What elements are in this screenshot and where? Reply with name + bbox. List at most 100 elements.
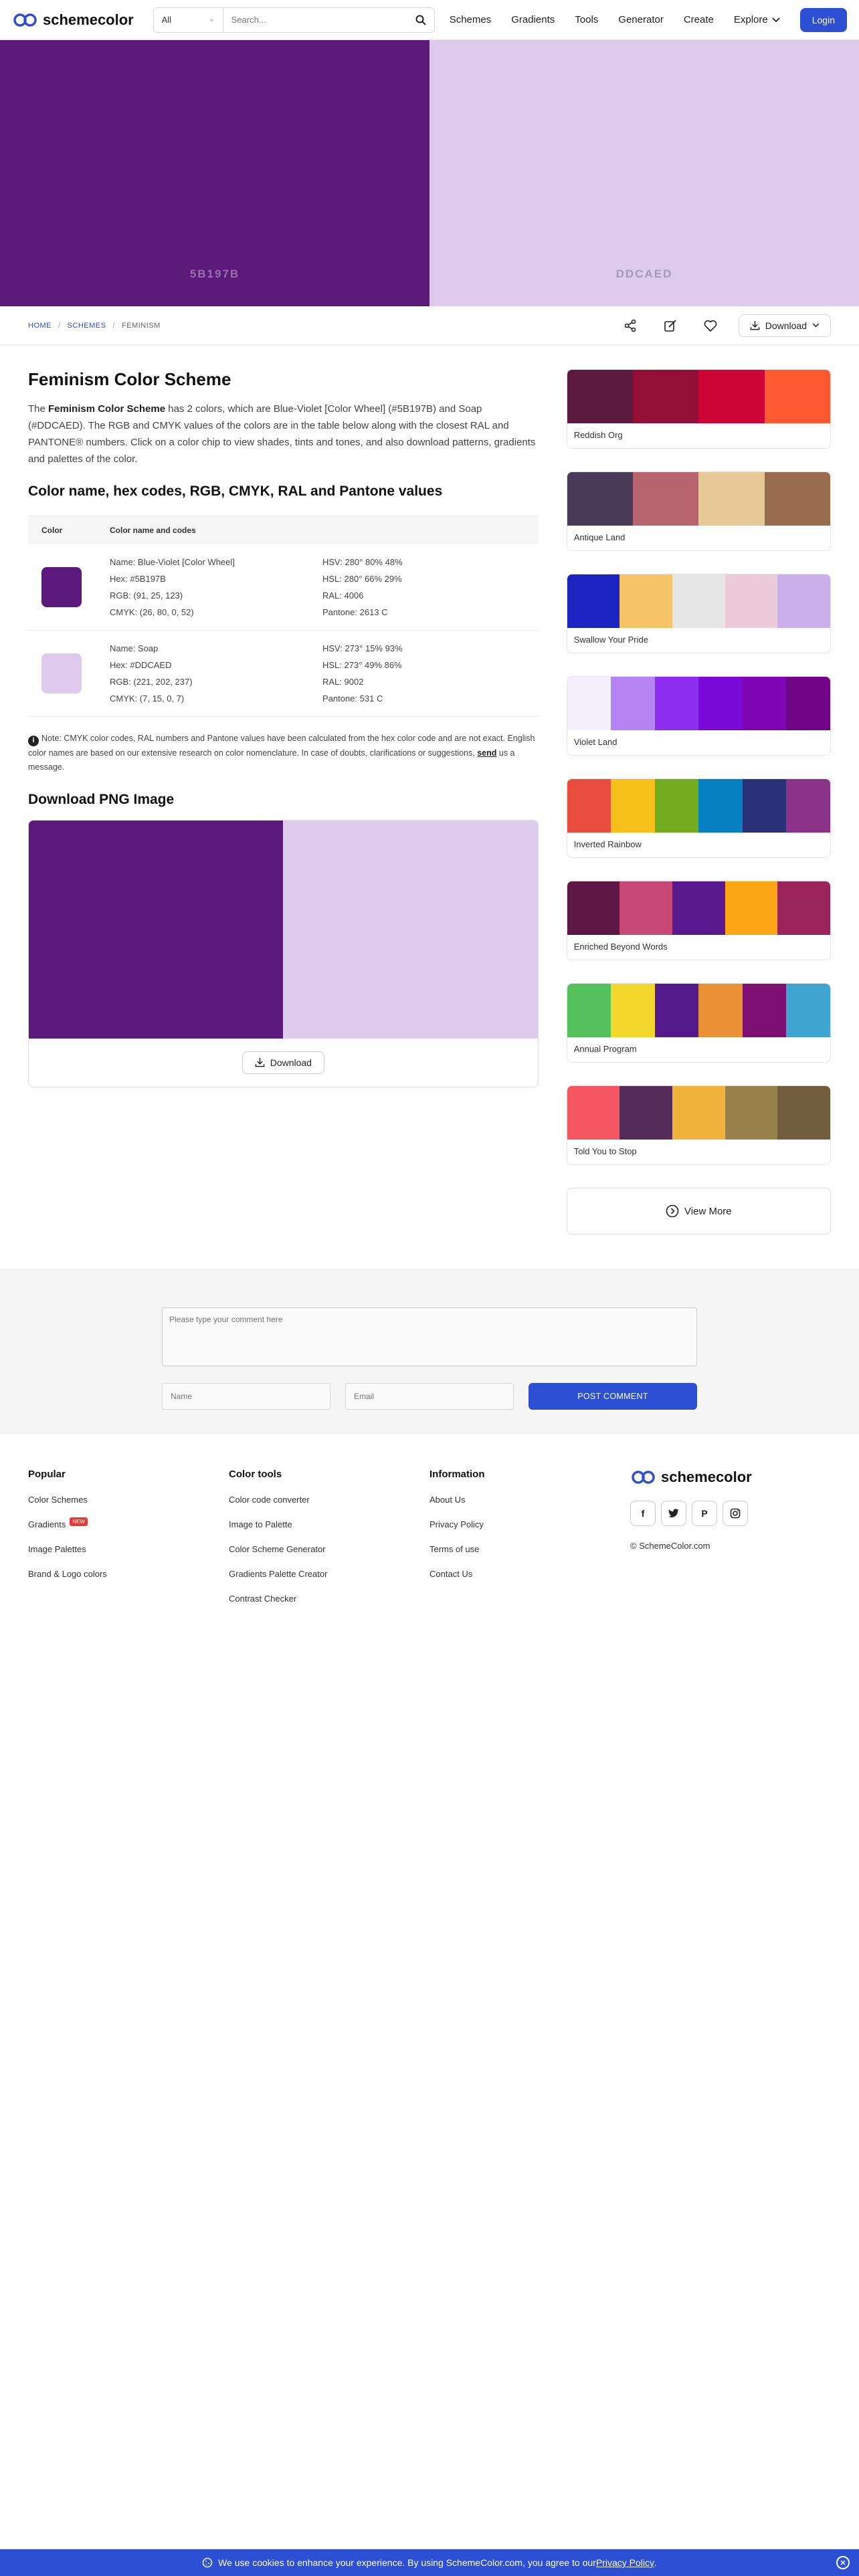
png-swatch-2 [283,820,538,1039]
palette-card[interactable]: Violet Land [566,676,831,756]
twitter-icon[interactable] [661,1501,686,1526]
nav-explore[interactable]: Explore [734,14,780,25]
palette-swatch [619,881,672,935]
footer-link-terms[interactable]: Terms of use [430,1544,630,1554]
color-note: i Note: CMYK color codes, RAL numbers and… [28,732,539,774]
png-download-label: Download [270,1057,312,1068]
palette-swatch [567,881,620,935]
comment-textarea[interactable] [162,1307,697,1366]
footer-link-about[interactable]: About Us [430,1495,630,1505]
nav-schemes[interactable]: Schemes [450,14,492,25]
main-content: Feminism Color Scheme The Feminism Color… [0,345,859,1235]
nav-tools[interactable]: Tools [575,14,598,25]
nav-generator[interactable]: Generator [618,14,664,25]
palette-name: Swallow Your Pride [573,635,648,645]
search-button[interactable] [407,8,434,32]
table-row: Name: Blue-Violet [Color Wheel] Hex: #5B… [28,544,539,631]
palette-card[interactable]: Inverted Rainbow [566,778,831,858]
logo-icon [632,1471,655,1484]
search-input[interactable] [223,7,407,32]
palette-name: Inverted Rainbow [573,839,642,849]
edit-button[interactable] [658,314,682,338]
footer-link-code-converter[interactable]: Color code converter [229,1495,430,1505]
header-codes: Color name and codes [110,526,196,535]
hero-swatch-2[interactable]: DDCAED [430,40,859,306]
related-palettes: Reddish Org Antique Land Swallow Your Prid… [566,369,831,1235]
breadcrumb-separator: / [58,321,61,330]
palette-swatch [672,881,725,935]
send-message-link[interactable]: send [477,748,496,758]
search-bar: All ⌄ [153,7,435,33]
palette-card[interactable]: Told You to Stop [566,1085,831,1165]
footer-link-image-to-palette[interactable]: Image to Palette [229,1519,430,1529]
nav-gradients[interactable]: Gradients [511,14,555,25]
note-text-pre: Note: CMYK color codes, RAL numbers and … [28,734,535,758]
color-chip[interactable] [41,653,82,693]
social-links: f P [630,1501,831,1526]
new-badge: NEW [70,1517,88,1526]
chevron-down-icon: ⌄ [209,16,215,23]
comment-section: POST COMMENT [0,1269,859,1434]
site-footer: Popular Color Schemes Gradients NEW Imag… [28,1469,831,1618]
color-chip[interactable] [41,567,82,607]
footer-logo[interactable]: schemecolor [630,1469,831,1486]
color-hex: Hex: #DDCAED [110,660,172,670]
email-field[interactable] [345,1383,514,1410]
palette-strip [567,370,830,423]
palette-swatch [672,574,725,628]
footer-link-privacy[interactable]: Privacy Policy [430,1519,630,1529]
footer-link-contrast-checker[interactable]: Contrast Checker [229,1594,430,1604]
name-field[interactable] [162,1383,330,1410]
scheme-hero: 5B197B DDCAED [0,40,859,306]
pinterest-icon[interactable]: P [692,1501,717,1526]
palette-card[interactable]: Annual Program [566,983,831,1063]
color-hex: Hex: #5B197B [110,574,166,584]
favorite-button[interactable] [698,314,723,338]
footer-link-brand-logo-colors[interactable]: Brand & Logo colors [28,1569,229,1579]
palette-card[interactable]: Antique Land [566,471,831,551]
footer-link-gradients[interactable]: Gradients NEW [28,1517,229,1529]
share-button[interactable] [618,314,642,338]
instagram-icon[interactable] [723,1501,748,1526]
palette-swatch [654,677,699,730]
privacy-policy-link[interactable]: Privacy Policy [596,2557,654,2568]
color-cmyk: CMYK: (26, 80, 0, 52) [110,607,194,617]
view-more-button[interactable]: View More [566,1188,831,1235]
footer-link-gradients-creator[interactable]: Gradients Palette Creator [229,1569,430,1579]
footer-link-image-palettes[interactable]: Image Palettes [28,1544,229,1554]
download-dropdown-button[interactable]: Download [738,314,831,337]
palette-card[interactable]: Swallow Your Pride [566,574,831,653]
color-table-header: Color Color name and codes [28,516,539,544]
search-icon [415,15,426,25]
hero-swatch-1[interactable]: 5B197B [0,40,430,306]
facebook-icon[interactable]: f [630,1501,656,1526]
login-button[interactable]: Login [799,7,847,32]
palette-swatch [567,370,634,423]
footer-link-scheme-generator[interactable]: Color Scheme Generator [229,1544,430,1554]
palette-card[interactable]: Reddish Org [566,369,831,449]
post-comment-button[interactable]: POST COMMENT [529,1383,697,1410]
palette-card[interactable]: Enriched Beyond Words [566,881,831,960]
color-ral: RAL: 4006 [322,591,364,601]
footer-link-color-schemes[interactable]: Color Schemes [28,1495,229,1505]
search-category-select[interactable]: All ⌄ [154,7,223,32]
footer-brand: schemecolor f P © SchemeColor.com [630,1469,831,1618]
palette-swatch [725,881,778,935]
nav-create[interactable]: Create [684,14,714,25]
palette-swatch [742,984,787,1037]
color-rgb: RGB: (221, 202, 237) [110,677,193,687]
palette-swatch [672,1086,725,1140]
color-rgb: RGB: (91, 25, 123) [110,591,183,601]
logo[interactable]: schemecolor [12,11,140,29]
close-icon[interactable]: ✕ [836,2556,850,2569]
color-name: Name: Soap [110,643,159,653]
scheme-details: Feminism Color Scheme The Feminism Color… [28,369,539,1235]
breadcrumb-separator: / [112,321,116,330]
cookie-text-end: . [654,2557,657,2568]
breadcrumb-schemes[interactable]: SCHEMES [68,322,106,330]
twitter-bird-glyph [668,1509,679,1518]
view-more-label: View More [684,1205,732,1217]
breadcrumb-home[interactable]: HOME [28,322,52,330]
footer-link-contact[interactable]: Contact Us [430,1569,630,1579]
png-download-button[interactable]: Download [242,1051,324,1074]
